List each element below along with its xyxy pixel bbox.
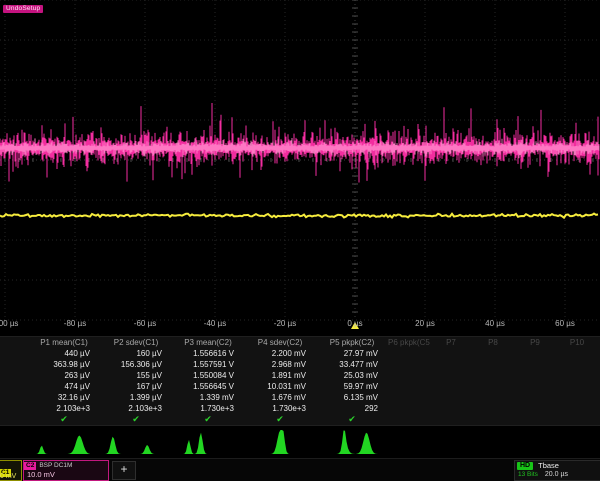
param-header-5[interactable]: P5 pkpk(C2) bbox=[316, 338, 388, 347]
measure-value: 33.477 mV bbox=[316, 360, 388, 369]
param-header-10[interactable]: P10 bbox=[556, 338, 598, 347]
param-header-8[interactable]: P8 bbox=[472, 338, 514, 347]
measure-value: 59.97 mV bbox=[316, 382, 388, 391]
measure-value: 155 µV bbox=[100, 371, 172, 380]
param-histicon-3[interactable] bbox=[174, 427, 238, 455]
measure-value: 10.031 mV bbox=[244, 382, 316, 391]
time-axis-label: -80 µs bbox=[64, 319, 86, 328]
measurement-table: P1 mean(C1)P2 sdev(C1)P3 mean(C2)P4 sdev… bbox=[0, 336, 600, 426]
time-axis-label: -40 µs bbox=[204, 319, 226, 328]
timebase-descriptor[interactable]: HD Tbase 13 Bits 20.0 µs bbox=[514, 460, 600, 481]
measure-value: 2.103e+3 bbox=[100, 404, 172, 413]
param-header-9[interactable]: P9 bbox=[514, 338, 556, 347]
measure-value: 160 µV bbox=[100, 349, 172, 358]
status-check: ✔ bbox=[172, 414, 244, 425]
histicon-row bbox=[0, 427, 600, 456]
measure-value: 1.557591 V bbox=[172, 360, 244, 369]
param-histicon-2[interactable] bbox=[102, 427, 166, 455]
param-header-6[interactable]: P6 pkpk(C5) bbox=[388, 338, 430, 347]
measure-value: 2.968 mV bbox=[244, 360, 316, 369]
measure-value: 27.97 mV bbox=[316, 349, 388, 358]
time-axis-label: 40 µs bbox=[485, 319, 505, 328]
measure-value: 1.339 mV bbox=[172, 393, 244, 402]
time-axis-label: 0 µs bbox=[347, 319, 362, 328]
status-check: ✔ bbox=[244, 414, 316, 425]
param-header-1[interactable]: P1 mean(C1) bbox=[28, 338, 100, 347]
measure-value: 1.730e+3 bbox=[244, 404, 316, 413]
oscilloscope-screen: UndoSetup -100 µs -80 µs -60 µs -40 µs -20 µ… bbox=[0, 0, 600, 480]
measure-value: 6.135 mV bbox=[316, 393, 388, 402]
measure-value: 167 µV bbox=[100, 382, 172, 391]
param-histicon-5[interactable] bbox=[318, 427, 382, 455]
measure-value: 363.98 µV bbox=[28, 360, 100, 369]
time-axis-label: 60 µs bbox=[555, 319, 575, 328]
measure-value: 1.556645 V bbox=[172, 382, 244, 391]
measure-value: 2.103e+3 bbox=[28, 404, 100, 413]
hd-badge: HD bbox=[517, 462, 533, 470]
measure-value: 25.03 mV bbox=[316, 371, 388, 380]
param-header-3[interactable]: P3 mean(C2) bbox=[172, 338, 244, 347]
waveform-grid[interactable]: UndoSetup -100 µs -80 µs -60 µs -40 µs -20 µ… bbox=[0, 0, 600, 332]
tbase-label: Tbase bbox=[538, 461, 559, 470]
measure-value: 474 µV bbox=[28, 382, 100, 391]
measure-value: 1.730e+3 bbox=[172, 404, 244, 413]
c2-coupling: BSP DC1M bbox=[39, 462, 72, 469]
param-histicon-1[interactable] bbox=[30, 427, 94, 455]
time-axis-label: -60 µs bbox=[134, 319, 156, 328]
measure-value: 1.550084 V bbox=[172, 371, 244, 380]
time-axis-label: -20 µs bbox=[274, 319, 296, 328]
c1-scale: 0 mV bbox=[0, 473, 16, 480]
measure-value: 32.16 µV bbox=[28, 393, 100, 402]
param-header-4[interactable]: P4 sdev(C2) bbox=[244, 338, 316, 347]
time-axis-label: 20 µs bbox=[415, 319, 435, 328]
measure-value: 1.399 µV bbox=[100, 393, 172, 402]
channel-c1-descriptor[interactable]: C1 0 mV bbox=[0, 460, 22, 481]
measure-value: 263 µV bbox=[28, 371, 100, 380]
status-bar: C1 0 mV C2 BSP DC1M 10.0 mV + HD Tbase 1… bbox=[0, 458, 600, 481]
param-histicon-4[interactable] bbox=[246, 427, 310, 455]
measure-value: 1.891 mV bbox=[244, 371, 316, 380]
c2-scale: 10.0 mV bbox=[27, 470, 108, 479]
status-check: ✔ bbox=[28, 414, 100, 425]
measure-value: 1.556616 V bbox=[172, 349, 244, 358]
measure-value: 156.306 µV bbox=[100, 360, 172, 369]
param-header-2[interactable]: P2 sdev(C1) bbox=[100, 338, 172, 347]
c2-label: C2 bbox=[24, 462, 36, 470]
hd-bits-label: 13 Bits bbox=[518, 471, 538, 478]
param-header-7[interactable]: P7 bbox=[430, 338, 472, 347]
waveform-svg bbox=[0, 0, 600, 332]
status-check: ✔ bbox=[100, 414, 172, 425]
measure-value: 440 µV bbox=[28, 349, 100, 358]
crosshair-button[interactable]: + bbox=[112, 461, 136, 480]
plus-icon: + bbox=[120, 462, 127, 476]
tbase-scale: 20.0 µs bbox=[545, 471, 568, 478]
measure-value: 1.676 mV bbox=[244, 393, 316, 402]
measure-value: 292 bbox=[316, 404, 388, 413]
time-axis-label: -100 µs bbox=[0, 319, 18, 328]
channel-c2-descriptor[interactable]: C2 BSP DC1M 10.0 mV bbox=[23, 460, 109, 481]
undo-setup-button[interactable]: UndoSetup bbox=[3, 5, 43, 13]
status-check: ✔ bbox=[316, 414, 388, 425]
measure-value: 2.200 mV bbox=[244, 349, 316, 358]
